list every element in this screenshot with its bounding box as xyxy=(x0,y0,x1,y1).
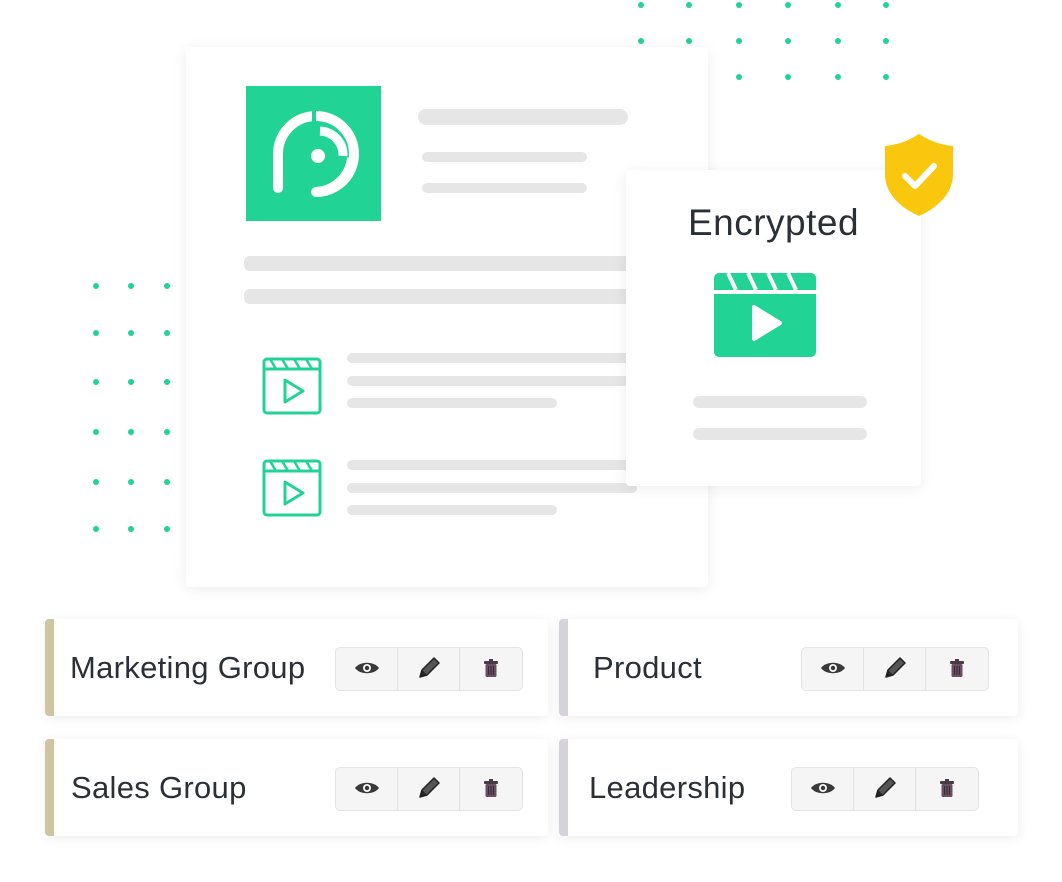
encrypted-title: Encrypted xyxy=(687,202,860,243)
decorative-dot xyxy=(164,330,170,336)
decorative-dot xyxy=(128,379,134,385)
edit-button[interactable] xyxy=(398,648,460,690)
decorative-dot xyxy=(128,429,134,435)
decorative-dot xyxy=(128,526,134,532)
decorative-dot xyxy=(638,2,644,8)
decorative-dot xyxy=(128,479,134,485)
decorative-dot xyxy=(835,2,841,8)
trash-icon xyxy=(483,778,499,801)
decorative-dot xyxy=(686,2,692,8)
pencil-icon xyxy=(872,775,898,804)
edit-button[interactable] xyxy=(854,768,916,810)
group-row: Sales Group xyxy=(45,739,548,836)
group-row: Leadership xyxy=(559,739,1018,836)
group-actions xyxy=(801,647,989,691)
edit-button[interactable] xyxy=(864,648,926,690)
group-actions xyxy=(791,767,979,811)
view-button[interactable] xyxy=(336,648,398,690)
group-color-edge xyxy=(45,619,54,716)
decorative-dot xyxy=(93,429,99,435)
decorative-dot xyxy=(736,38,742,44)
group-color-edge xyxy=(559,739,568,836)
decorative-dot xyxy=(164,429,170,435)
decorative-dot xyxy=(785,2,791,8)
app-logo xyxy=(246,86,381,221)
video-clapper-icon xyxy=(714,273,816,357)
group-row: Product xyxy=(559,619,1018,716)
view-button[interactable] xyxy=(336,768,398,810)
trash-icon xyxy=(949,658,965,681)
decorative-dot xyxy=(883,38,889,44)
video-icon xyxy=(262,459,322,517)
decorative-dot xyxy=(835,38,841,44)
pencil-icon xyxy=(416,775,442,804)
decorative-dot xyxy=(164,479,170,485)
encrypted-card: Encrypted xyxy=(626,170,921,486)
view-button[interactable] xyxy=(802,648,864,690)
delete-button[interactable] xyxy=(926,648,988,690)
decorative-dot xyxy=(883,2,889,8)
group-actions xyxy=(335,767,523,811)
delete-button[interactable] xyxy=(916,768,978,810)
decorative-dot xyxy=(736,74,742,80)
decorative-dot xyxy=(785,74,791,80)
decorative-dot xyxy=(128,330,134,336)
decorative-dot xyxy=(835,74,841,80)
decorative-dot xyxy=(93,283,99,289)
decorative-dot xyxy=(883,74,889,80)
decorative-dot xyxy=(164,283,170,289)
decorative-dot xyxy=(686,38,692,44)
decorative-dot xyxy=(164,379,170,385)
decorative-dot xyxy=(736,2,742,8)
pencil-icon xyxy=(882,655,908,684)
decorative-dot xyxy=(638,38,644,44)
eye-icon xyxy=(810,780,836,799)
shield-check-icon xyxy=(885,134,953,216)
group-color-edge xyxy=(45,739,54,836)
decorative-dot xyxy=(93,479,99,485)
group-name: Sales Group xyxy=(71,769,247,805)
edit-button[interactable] xyxy=(398,768,460,810)
view-button[interactable] xyxy=(792,768,854,810)
delete-button[interactable] xyxy=(460,648,522,690)
decorative-dot xyxy=(785,38,791,44)
group-actions xyxy=(335,647,523,691)
decorative-dot xyxy=(93,330,99,336)
decorative-dot xyxy=(93,526,99,532)
eye-icon xyxy=(354,780,380,799)
group-row: Marketing Group xyxy=(45,619,548,716)
decorative-dot xyxy=(128,283,134,289)
video-icon xyxy=(262,357,322,415)
trash-icon xyxy=(939,778,955,801)
pencil-icon xyxy=(416,655,442,684)
group-name: Leadership xyxy=(589,769,746,805)
trash-icon xyxy=(483,658,499,681)
delete-button[interactable] xyxy=(460,768,522,810)
eye-icon xyxy=(354,660,380,679)
decorative-dot xyxy=(164,526,170,532)
group-name: Marketing Group xyxy=(70,649,306,685)
eye-icon xyxy=(820,660,846,679)
decorative-dot xyxy=(93,379,99,385)
group-color-edge xyxy=(559,619,568,716)
group-name: Product xyxy=(593,649,702,685)
